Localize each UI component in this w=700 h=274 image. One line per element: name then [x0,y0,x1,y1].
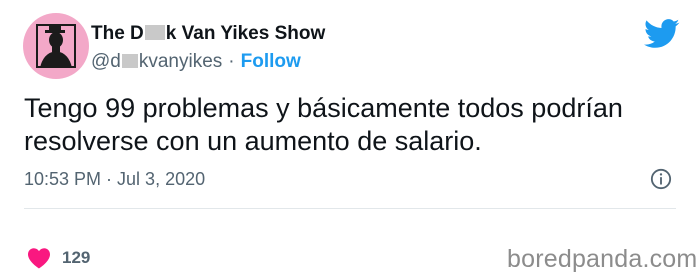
author-handle-end: kvanyikes [138,51,223,72]
author-handle-start: @d [91,51,121,72]
info-icon[interactable] [650,168,672,190]
tweet-text: Tengo 99 problemas y básicamente todos p… [24,93,623,156]
tweet-timestamp[interactable]: 10:53 PM · Jul 3, 2020 [24,169,205,190]
tweet-card: The D k Van Yikes Show @d kvanyikes · Follow… [0,0,700,273]
watermark: boredpanda.com [507,245,698,273]
silhouette-icon [40,25,72,68]
follow-button[interactable]: Follow [241,51,301,72]
like-count[interactable]: 129 [62,248,90,268]
censor-block [121,54,138,68]
heart-icon[interactable] [27,247,51,269]
divider [24,208,676,209]
separator-dot: · [228,51,235,72]
censor-block [144,25,165,40]
author-name-end: k Van Yikes Show [165,23,326,44]
author-handle-row: @d kvanyikes · Follow [91,51,301,73]
twitter-bird-icon[interactable] [644,19,680,49]
author-name-start: The D [91,23,144,44]
avatar[interactable] [23,13,89,79]
author-name[interactable]: The D k Van Yikes Show [91,23,325,47]
